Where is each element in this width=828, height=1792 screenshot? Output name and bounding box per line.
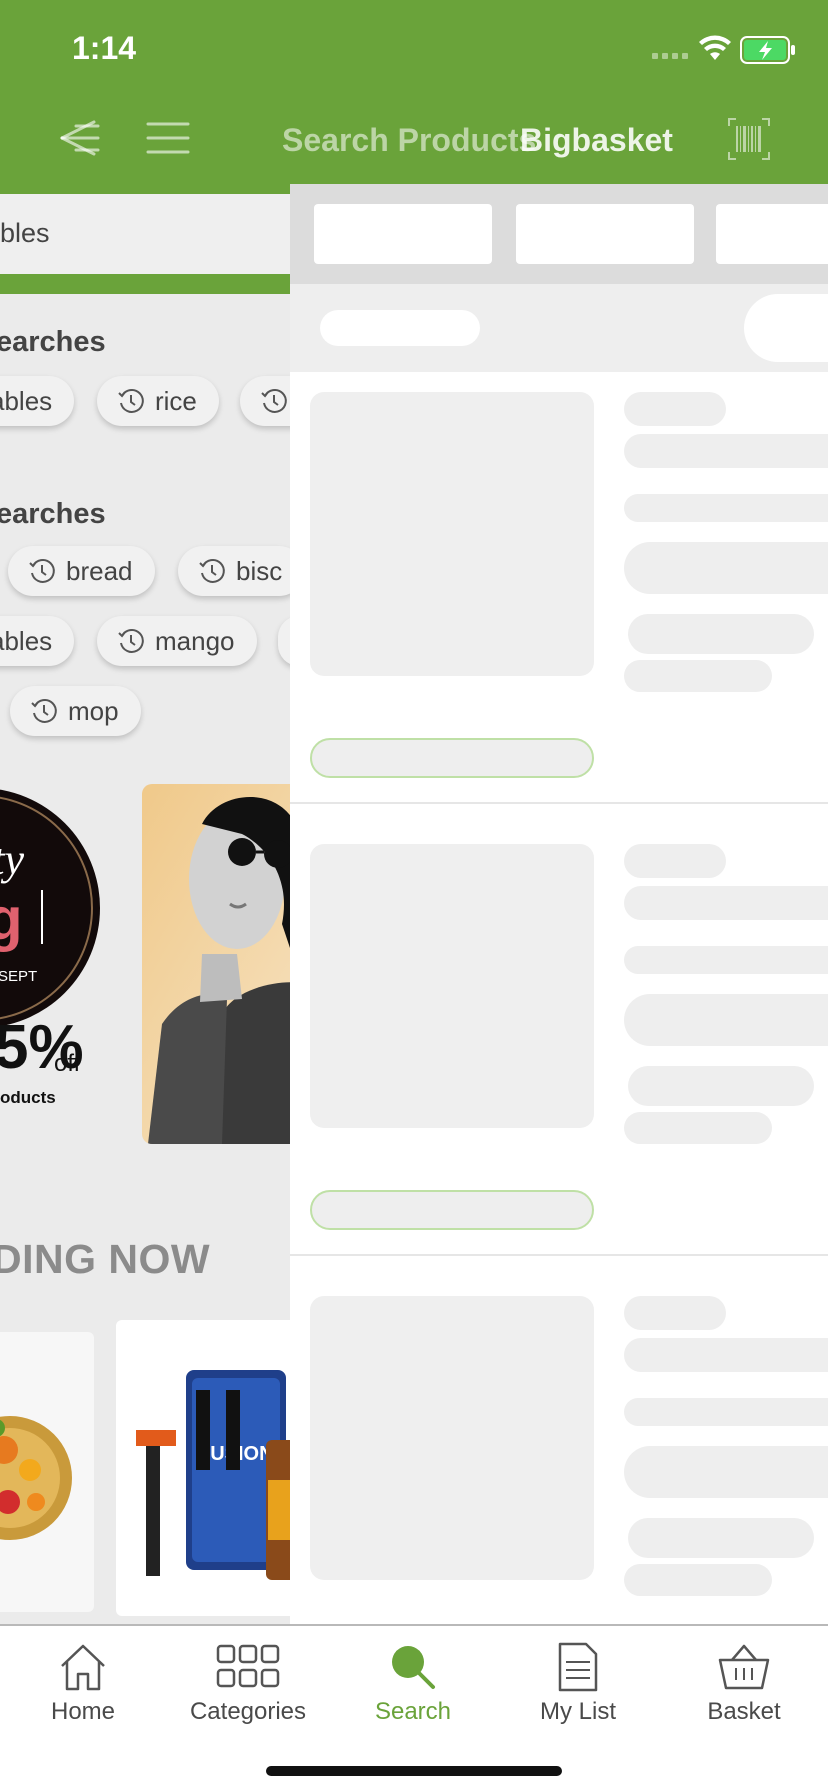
razor-pack-image: FUSION [136, 1370, 290, 1580]
trending-now-title: DING NOW [0, 1236, 211, 1282]
tab-search[interactable]: Search [338, 1642, 488, 1726]
text-skeleton [624, 434, 828, 468]
history-icon [29, 559, 55, 583]
recent-chip[interactable]: rice [97, 376, 219, 426]
text-skeleton [624, 542, 828, 594]
search-input-text: bles [0, 218, 50, 248]
tab-label: Categories [189, 1698, 307, 1725]
recent-chip[interactable]: ables [0, 376, 75, 426]
sort-bar [290, 284, 828, 372]
tab-label: Search [374, 1698, 452, 1725]
search-home-screen: bles earches ables rice earches bread bi… [0, 184, 290, 1624]
model-image [148, 796, 290, 1144]
chip-label: ables [0, 385, 53, 416]
text-skeleton [624, 1112, 772, 1144]
filter-button-skeleton [744, 294, 828, 362]
promo-banner-fashion[interactable] [142, 784, 290, 1144]
text-skeleton [628, 1066, 814, 1106]
filter-skeleton [314, 204, 492, 264]
battery-charging-icon [740, 36, 795, 64]
home-indicator[interactable] [266, 1766, 562, 1776]
chip-label: mop [68, 695, 119, 726]
filter-bar [290, 184, 828, 284]
history-icon [118, 629, 144, 653]
basket-icon [718, 1644, 770, 1690]
banner-off: off [54, 1050, 81, 1077]
chip-label: bread [66, 555, 133, 586]
tab-label: Home [50, 1698, 116, 1725]
history-icon [261, 389, 287, 413]
tab-categories[interactable]: Categories [173, 1642, 323, 1726]
tab-basket[interactable]: Basket [669, 1642, 819, 1726]
status-time: 1:14 [72, 30, 137, 66]
history-icon [31, 699, 57, 723]
pooja-thali-image [0, 1416, 72, 1540]
hamburger-menu-icon[interactable] [146, 116, 190, 160]
text-skeleton [624, 1398, 828, 1426]
trending-product-tile[interactable] [0, 1332, 94, 1612]
filter-skeleton [716, 204, 828, 264]
text-skeleton [624, 1338, 828, 1372]
history-icon [199, 559, 225, 583]
text-skeleton [624, 494, 828, 522]
product-image-skeleton [310, 1296, 594, 1580]
sort-skeleton [320, 310, 480, 346]
barcode-scan-icon[interactable] [728, 118, 770, 160]
popular-searches-title: earches [0, 498, 106, 530]
text-skeleton [628, 614, 814, 654]
categories-grid-icon [216, 1644, 280, 1688]
home-icon [61, 1644, 105, 1691]
tab-my-list[interactable]: My List [503, 1642, 653, 1726]
popular-chip[interactable]: bread [8, 546, 155, 596]
popular-chip[interactable]: ables [0, 616, 75, 666]
product-image-skeleton [310, 844, 594, 1128]
trending-product-tile[interactable]: FUSION [116, 1320, 290, 1616]
product-list-loading-panel [290, 184, 828, 1624]
chip-label: mango [155, 625, 235, 656]
add-button-skeleton [310, 1190, 594, 1230]
chip-label: rice [155, 385, 197, 416]
banner-date: SEPT [0, 968, 38, 985]
chip-label: ables [0, 625, 53, 656]
text-skeleton [624, 1446, 828, 1498]
search-icon [392, 1646, 435, 1689]
product-image-skeleton [310, 392, 594, 676]
popular-chip[interactable] [278, 616, 290, 666]
popular-chip[interactable]: bisc [178, 546, 290, 596]
list-document-icon [558, 1642, 598, 1692]
text-skeleton [624, 886, 828, 920]
row-divider [290, 1254, 828, 1256]
promo-banner[interactable]: tty g SEPT 5% off oducts [0, 780, 100, 1160]
recent-chip[interactable] [240, 376, 290, 426]
header-title: Bigbasket [520, 122, 673, 158]
app-header: 1:14 Search Products Bigbasket [0, 0, 828, 184]
text-skeleton [624, 1564, 772, 1596]
popular-chip[interactable]: mop [10, 686, 141, 736]
tab-home[interactable]: Home [8, 1642, 158, 1726]
app-screen: 1:14 Search Products Bigbasket bles earc… [0, 0, 828, 1792]
filter-skeleton [516, 204, 694, 264]
text-skeleton [624, 660, 772, 692]
text-skeleton [624, 392, 726, 426]
text-skeleton [624, 844, 726, 878]
text-skeleton [624, 1296, 726, 1330]
tab-label: My List [539, 1698, 616, 1725]
banner-products: oducts [0, 1088, 56, 1107]
wifi-icon [699, 35, 731, 60]
header-search-placeholder[interactable]: Search Products [282, 122, 536, 159]
recent-searches-title: earches [0, 326, 106, 358]
text-skeleton [624, 994, 828, 1046]
text-skeleton [624, 946, 828, 974]
text-skeleton [628, 1518, 814, 1558]
banner-text-top: tty [0, 835, 24, 884]
tab-label: Basket [707, 1698, 781, 1725]
add-button-skeleton [310, 738, 594, 778]
popular-chip[interactable]: mango [97, 616, 257, 666]
back-menu-icon[interactable] [58, 116, 102, 160]
cellular-signal-icon [652, 53, 688, 59]
chip-label: bisc [236, 555, 283, 586]
history-icon [118, 389, 144, 413]
banner-text-mid: g [0, 885, 23, 952]
row-divider [290, 802, 828, 804]
